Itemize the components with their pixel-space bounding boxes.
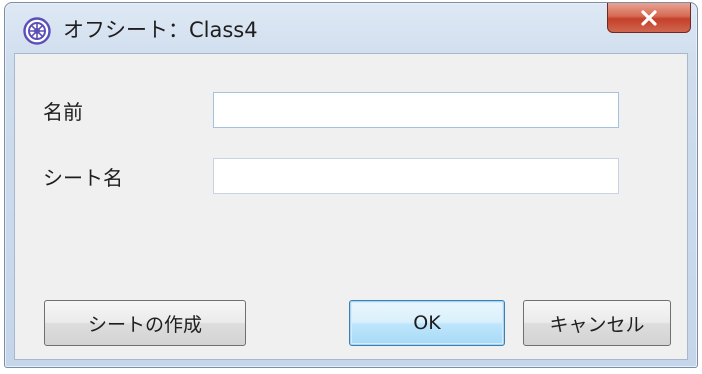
close-button[interactable] <box>607 3 691 33</box>
window-title: オフシート：Class4 <box>63 18 258 42</box>
sheet-name-input[interactable] <box>213 158 619 194</box>
close-icon <box>641 9 657 26</box>
name-input[interactable] <box>213 92 619 128</box>
name-label: 名前 <box>43 100 83 124</box>
sheet-name-label: シート名 <box>43 166 123 190</box>
app-logo-icon <box>23 17 51 45</box>
title-bar[interactable]: オフシート：Class4 <box>5 3 697 53</box>
cancel-button[interactable]: キャンセル <box>523 300 671 346</box>
dialog-content: 名前 シート名 シートの作成 OK キャンセル <box>14 53 688 360</box>
dialog-window: オフシート：Class4 名前 シート名 シートの作成 OK キャンセル <box>4 2 698 368</box>
ok-button[interactable]: OK <box>349 300 505 346</box>
create-sheet-button[interactable]: シートの作成 <box>44 300 246 346</box>
